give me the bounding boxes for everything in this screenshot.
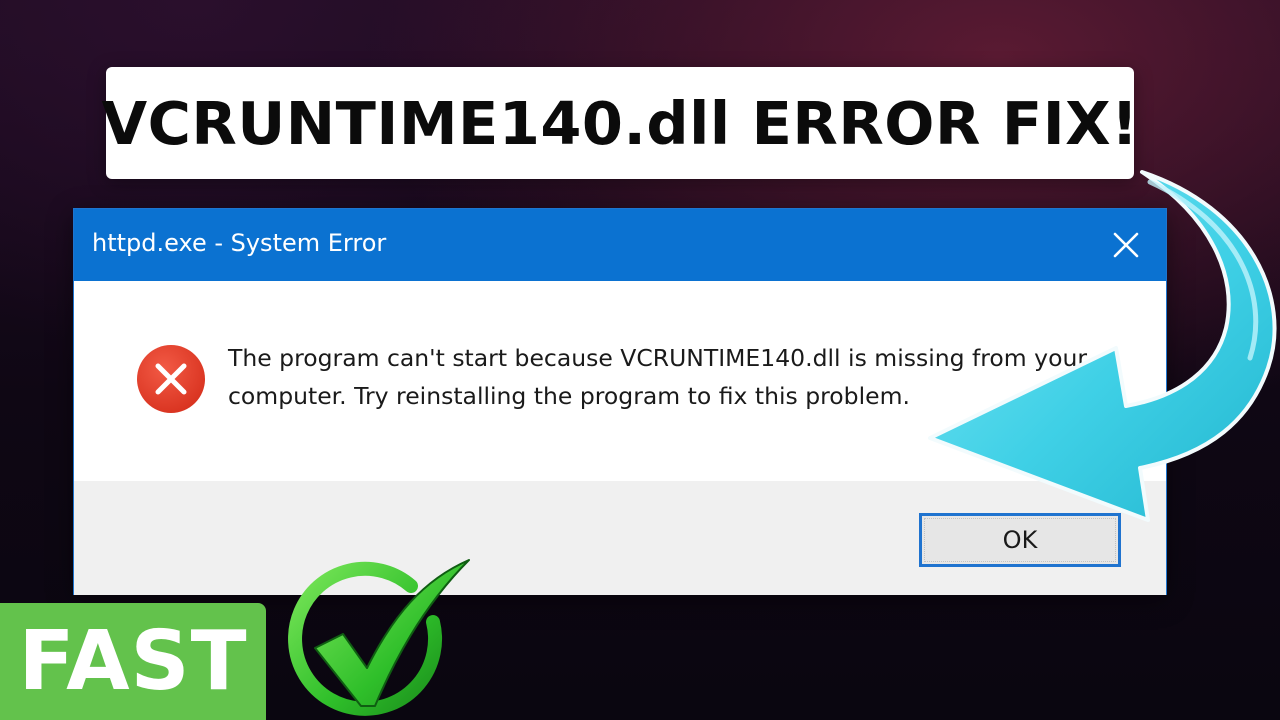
dialog-title: httpd.exe - System Error — [92, 229, 387, 257]
error-icon — [137, 345, 205, 413]
headline-text: VCRUNTIME140.dll ERROR FIX! — [101, 88, 1139, 158]
fast-text: FAST — [18, 614, 248, 709]
checkmark-icon — [288, 559, 470, 716]
headline-banner: VCRUNTIME140.dll ERROR FIX! — [101, 67, 1138, 179]
arrow-icon — [928, 170, 1277, 522]
fast-badge: FAST — [0, 603, 266, 720]
